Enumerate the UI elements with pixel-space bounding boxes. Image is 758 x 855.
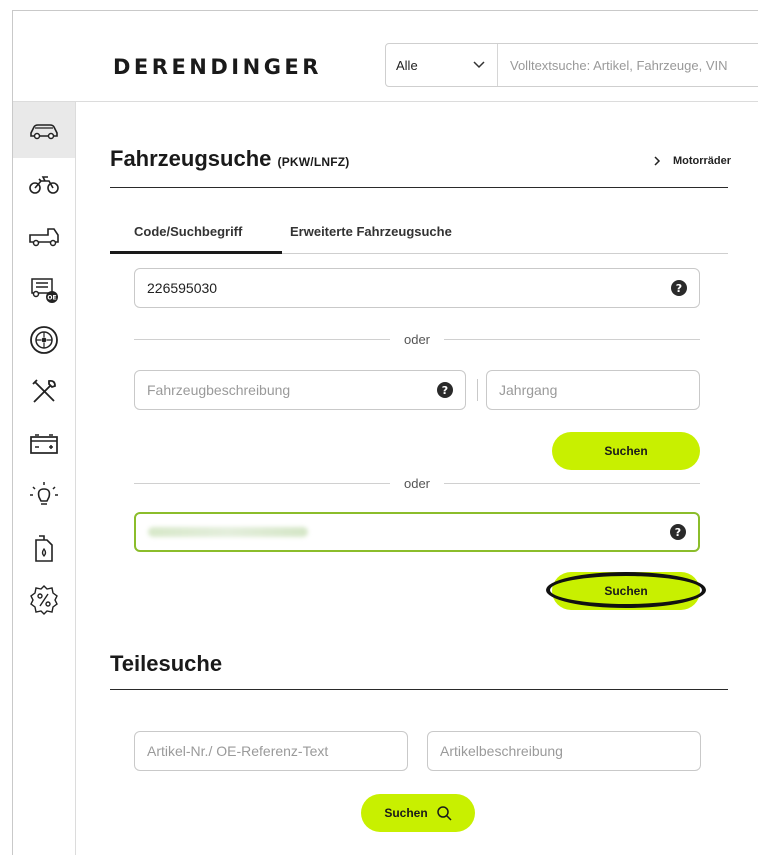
car-icon [30,124,58,140]
sidebar-item-tools[interactable] [13,366,75,418]
sidebar-item-oil[interactable] [13,522,75,574]
truck-icon [29,228,59,247]
tire-icon [30,326,58,354]
search-scope-select[interactable]: Alle [386,44,498,86]
vin-search-field[interactable]: ? [134,512,700,552]
oil-canister-icon [35,535,53,562]
field-separator [477,379,478,401]
vehicle-search-title-suffix: (PKW/LNFZ) [277,155,350,169]
or-divider-label: oder [403,331,431,347]
article-description-field[interactable]: Artikelbeschreibung [427,731,701,771]
vin-search-value [148,524,670,540]
category-sidebar: OE [13,101,76,855]
parts-search-title: Teilesuche [110,651,223,676]
parts-search-rule [110,689,728,690]
year-field[interactable]: Jahrgang [486,370,700,410]
global-search: Alle [385,43,758,87]
vehicle-search-rule [110,187,728,188]
highlight-annotation [546,572,706,608]
sidebar-item-battery[interactable] [13,418,75,470]
article-description-placeholder: Artikelbeschreibung [440,743,563,759]
sidebar-item-truck[interactable] [13,210,75,262]
or-divider: oder [134,331,700,347]
global-search-input[interactable] [498,44,758,86]
motorcycle-link[interactable]: Motorräder [654,155,731,167]
search-icon [436,806,452,821]
redacted-text [148,527,308,537]
sidebar-item-lighting[interactable] [13,470,75,522]
app-frame: DERENDINGER Alle Volltextsuche: Artikel,… [12,10,758,855]
brand-logo[interactable]: DERENDINGER [113,55,322,79]
main-content: Fahrzeugsuche (PKW/LNFZ) Motorräder Code… [76,102,758,855]
sidebar-item-motorcycle[interactable] [13,158,75,210]
or-divider-label: oder [403,475,431,491]
or-divider-2: oder [134,475,700,491]
tab-code-search[interactable]: Code/Suchbegriff [110,220,282,254]
vehicle-description-field[interactable]: Fahrzeugbeschreibung ? [134,370,466,410]
vehicle-search-tabs: Code/Suchbegriff Erweiterte Fahrzeugsuch… [110,220,728,254]
tools-icon [32,379,56,403]
svg-text:OE: OE [47,295,56,302]
code-search-value: 226595030 [147,280,218,296]
year-placeholder: Jahrgang [499,382,558,398]
motorcycle-icon [29,176,59,194]
motorcycle-link-label: Motorräder [672,155,731,167]
tab-extended-search-label: Erweiterte Fahrzeugsuche [290,224,452,239]
sidebar-item-offers[interactable] [13,574,75,626]
sidebar-item-oe[interactable]: OE [13,262,75,314]
percent-badge-icon [30,585,58,615]
tab-code-search-label: Code/Suchbegriff [134,224,243,239]
search-button-description[interactable]: Suchen [552,432,700,470]
search-button-label: Suchen [604,444,648,458]
article-number-field[interactable]: Artikel-Nr./ OE-Referenz-Text [134,731,408,771]
lightbulb-icon [30,482,58,505]
parts-search-button[interactable]: Suchen [361,794,475,832]
vehicle-description-placeholder: Fahrzeugbeschreibung [147,382,291,398]
tab-extended-search[interactable]: Erweiterte Fahrzeugsuche [290,220,452,254]
vehicle-search-title-text: Fahrzeugsuche [110,146,272,171]
article-number-placeholder: Artikel-Nr./ OE-Referenz-Text [147,743,329,759]
vehicle-search-title: Fahrzeugsuche (PKW/LNFZ) [110,146,349,172]
code-search-field[interactable]: 226595030 ? [134,268,700,308]
help-icon[interactable]: ? [437,382,453,398]
sidebar-item-car[interactable] [13,102,75,158]
chevron-right-icon [654,156,660,166]
header: DERENDINGER Alle [13,11,758,101]
oe-vehicle-icon: OE [31,278,58,303]
help-icon[interactable]: ? [670,524,686,540]
help-icon[interactable]: ? [671,280,687,296]
sidebar-item-tires[interactable] [13,314,75,366]
parts-search-button-label: Suchen [384,806,428,820]
search-scope-value: Alle [396,57,418,73]
battery-icon [30,434,58,454]
chevron-down-icon [473,61,485,69]
